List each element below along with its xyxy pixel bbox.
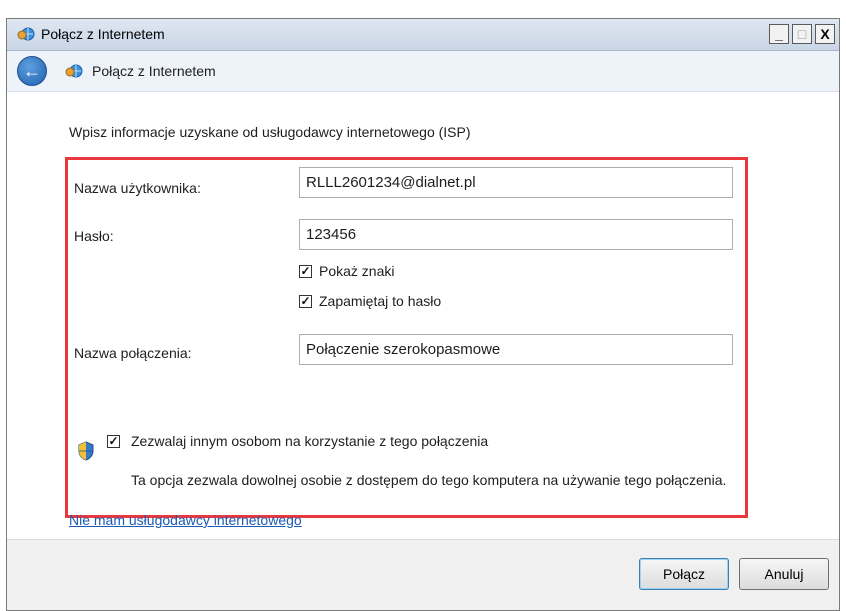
show-chars-checkbox[interactable]: ✓ [299,265,312,278]
remember-password-label: Zapamiętaj to hasło [319,293,442,309]
username-field[interactable]: RLLL2601234@dialnet.pl [299,167,733,198]
password-label: Hasło: [74,228,114,244]
no-isp-link[interactable]: Nie mam usługodawcy internetowego [69,512,302,528]
dialog-window: Połącz z Internetem _ □ X ← Połącz z Int… [6,18,840,611]
allow-others-checkbox[interactable]: ✓ [107,435,120,448]
navigation-bar: ← Połącz z Internetem [7,51,839,92]
remember-password-checkbox[interactable]: ✓ [299,295,312,308]
uac-shield-icon [78,441,94,461]
minimize-button[interactable]: _ [769,24,789,44]
window-controls: _ □ X [769,24,835,44]
connect-button[interactable]: Połącz [639,558,729,590]
connection-name-label: Nazwa połączenia: [74,345,192,361]
cancel-button[interactable]: Anuluj [739,558,829,590]
connection-name-field[interactable]: Połączenie szerokopasmowe [299,334,733,365]
allow-others-description: Ta opcja zezwala dowolnej osobie z dostę… [131,472,727,488]
back-button[interactable]: ← [17,56,47,86]
show-chars-label: Pokaż znaki [319,263,395,279]
username-label: Nazwa użytkownika: [74,180,201,196]
maximize-button[interactable]: □ [792,24,812,44]
wizard-title: Połącz z Internetem [92,63,216,79]
network-globe-icon [65,64,83,78]
instruction-text: Wpisz informacje uzyskane od usługodawcy… [69,124,471,140]
footer-bar: Połącz Anuluj [7,539,839,610]
close-button[interactable]: X [815,24,835,44]
password-field[interactable]: 123456 [299,219,733,250]
allow-others-label: Zezwalaj innym osobom na korzystanie z t… [131,433,489,449]
window-title: Połącz z Internetem [41,26,165,42]
back-arrow-icon: ← [23,61,41,81]
title-bar[interactable]: Połącz z Internetem _ □ X [7,19,839,51]
network-globe-icon [17,27,35,41]
